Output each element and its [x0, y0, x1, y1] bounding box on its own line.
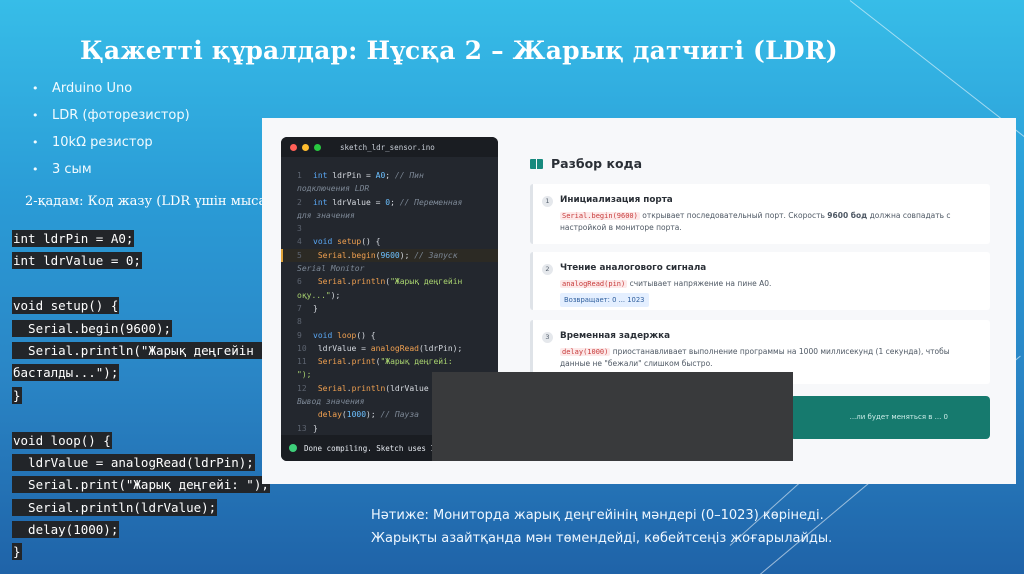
code-line: Serial.println("Жарық деңгейін оқу [12, 341, 285, 359]
code-line: } [12, 386, 22, 404]
panel-title: Разбор кода [530, 156, 642, 171]
book-icon [530, 158, 543, 169]
tools-list: Arduino Uno LDR (фоторезистор) 10kΩ рези… [32, 80, 190, 188]
card-title: Инициализация порта [560, 195, 673, 205]
code-line: delay(1000); [12, 521, 120, 539]
code-line: Serial.println(ldrValue); [12, 498, 218, 516]
list-item: 3 сым [32, 161, 190, 188]
code-line: int ldrPin = A0; [12, 230, 135, 247]
code-line: void setup() { [12, 297, 120, 315]
return-badge: Возвращает: 0 ... 1023 [560, 293, 649, 307]
redaction-overlay [432, 372, 793, 461]
editor-titlebar: sketch_ldr_sensor.ino [281, 137, 498, 157]
slide-title: Қажетті құралдар: Нұсқа 2 – Жарық датчиг… [80, 36, 838, 65]
minimize-dot-icon[interactable] [302, 143, 309, 151]
code-listing: int ldrPin = A0; int ldrValue = 0; void … [12, 228, 285, 564]
code-line: int ldrValue = 0; [12, 252, 142, 270]
card-title: Временная задержка [560, 331, 671, 341]
card-title: Чтение аналогового сигнала [560, 263, 707, 273]
code-line: Serial.begin(9600); [12, 319, 173, 337]
card-number: 2 [542, 264, 553, 275]
check-circle-icon [289, 444, 297, 452]
editor-file-name: sketch_ldr_sensor.ino [340, 142, 435, 152]
list-item: Arduino Uno [32, 80, 190, 107]
step-label: 2-қадам: Код жазу (LDR үшін мысал) [25, 194, 280, 209]
code-line: } [12, 543, 22, 561]
card-number: 3 [542, 332, 553, 343]
code-line: void loop() { [12, 431, 112, 449]
maximize-dot-icon[interactable] [314, 143, 321, 151]
result-text: Нәтиже: Мониторда жарық деңгейінің мәнде… [371, 508, 833, 546]
list-item: LDR (фоторезистор) [32, 107, 190, 134]
close-dot-icon[interactable] [290, 143, 297, 151]
list-item: 10kΩ резистор [32, 134, 190, 161]
explanation-card: 1 Инициализация порта Serial.begin(9600)… [530, 184, 990, 244]
explanation-card: 2 Чтение аналогового сигнала analogRead(… [530, 252, 990, 310]
code-line: ldrValue = analogRead(ldrPin); [12, 453, 255, 471]
card-text: delay(1000) приостанавливает выполнение … [560, 347, 950, 368]
code-line: Serial.print("Жарық деңгейі: "); [12, 476, 270, 494]
card-number: 1 [542, 196, 553, 207]
code-line: басталды..."); [12, 364, 120, 382]
info-banner: ...ли будет меняться в ... 0 [790, 396, 990, 439]
card-text: Serial.begin(9600) открывает последовате… [560, 211, 951, 232]
card-text: analogRead(pin) считывает напряжение на … [560, 278, 980, 307]
